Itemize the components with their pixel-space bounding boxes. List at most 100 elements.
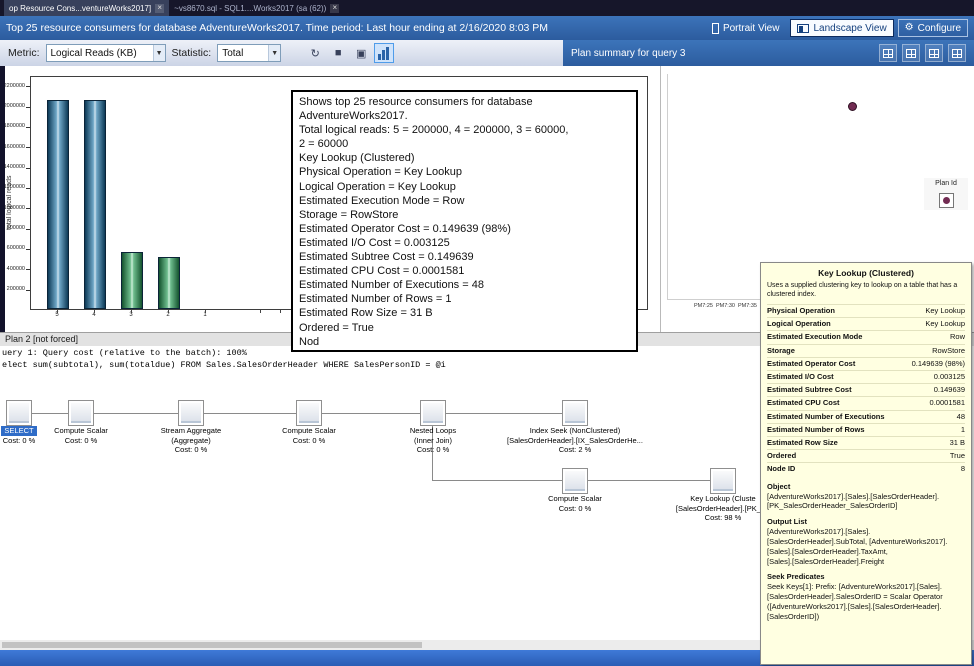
y-tick-mark bbox=[26, 86, 30, 87]
tooltip-line: Key Lookup (Clustered) bbox=[299, 151, 630, 165]
portrait-view-button[interactable]: Portrait View bbox=[705, 19, 787, 37]
node-title: Compute Scalar bbox=[36, 426, 126, 436]
compute-scalar-icon bbox=[296, 400, 322, 426]
landscape-icon bbox=[797, 24, 809, 33]
plan-summary-toolbar-icon[interactable] bbox=[902, 44, 920, 62]
chart-toolbar: Metric: Logical Reads (KB) ▼ Statistic: … bbox=[0, 40, 563, 66]
tooltip-line: Nod bbox=[299, 335, 630, 349]
stream-aggregate-icon bbox=[178, 400, 204, 426]
chart-view-button[interactable] bbox=[374, 43, 394, 63]
plan-node-compute-scalar[interactable]: Compute Scalar Cost: 0 % bbox=[36, 400, 126, 445]
node-subtitle: (Aggregate) bbox=[141, 436, 241, 446]
query-sql-text[interactable]: elect sum(subtotal), sum(totaldue) FROM … bbox=[2, 360, 446, 370]
plan-summary-header: Plan summary for query 3 bbox=[563, 40, 974, 66]
chart-bar[interactable] bbox=[84, 100, 106, 309]
property-row: Ordered True bbox=[767, 449, 965, 462]
property-label: Estimated Number of Rows bbox=[767, 424, 865, 436]
chevron-down-icon: ▼ bbox=[268, 45, 280, 61]
tooltip-line: Estimated Subtree Cost = 0.149639 bbox=[299, 250, 630, 264]
scrollbar-thumb[interactable] bbox=[2, 642, 422, 648]
property-value: 31 B bbox=[950, 437, 965, 449]
key-lookup-icon bbox=[710, 468, 736, 494]
plan-summary-toolbar-icon[interactable] bbox=[925, 44, 943, 62]
statistic-value: Total bbox=[222, 48, 243, 59]
query-cost-text: uery 1: Query cost (relative to the batc… bbox=[2, 348, 247, 358]
plan-node-stream-aggregate[interactable]: Stream Aggregate (Aggregate) Cost: 0 % bbox=[141, 400, 241, 455]
property-label: Estimated Row Size bbox=[767, 437, 838, 449]
plan-summary-toolbar-icon[interactable] bbox=[948, 44, 966, 62]
plan-point[interactable] bbox=[848, 102, 857, 111]
property-label: Physical Operation bbox=[767, 305, 835, 317]
tooltip-line: Estimated Operator Cost = 0.149639 (98%) bbox=[299, 222, 630, 236]
node-title: Nested Loops bbox=[388, 426, 478, 436]
compute-scalar-icon bbox=[68, 400, 94, 426]
chevron-down-icon: ▼ bbox=[153, 45, 165, 61]
grid-icon bbox=[929, 49, 939, 58]
node-title: Compute Scalar bbox=[264, 426, 354, 436]
property-row: Estimated Operator Cost0.149639 (98%) bbox=[767, 357, 965, 370]
chart-icon bbox=[386, 47, 389, 60]
report-header: Top 25 resource consumers for database A… bbox=[0, 16, 974, 40]
tooltip-line: Estimated Execution Mode = Row bbox=[299, 194, 630, 208]
property-value: 48 bbox=[957, 411, 965, 423]
plan-color-dot bbox=[943, 197, 950, 204]
document-tab-query-store[interactable]: op Resource Cons...ventureWorks2017] × bbox=[4, 0, 169, 16]
landscape-view-button[interactable]: Landscape View bbox=[790, 19, 893, 37]
plan-node-nested-loops[interactable]: Nested Loops (Inner Join) Cost: 0 % bbox=[388, 400, 478, 455]
node-cost: Cost: 2 % bbox=[495, 445, 655, 455]
property-section-text: [AdventureWorks2017].[Sales]. [SalesOrde… bbox=[767, 527, 965, 566]
toolbar-icons: ↻ ■ ▣ bbox=[305, 43, 394, 63]
y-tick-mark bbox=[26, 269, 30, 270]
close-icon[interactable]: × bbox=[155, 4, 164, 13]
window-titlebar: op Resource Cons...ventureWorks2017] × ~… bbox=[0, 0, 974, 16]
metric-dropdown[interactable]: Logical Reads (KB) ▼ bbox=[46, 44, 166, 62]
tooltip-line: Estimated Number of Rows = 1 bbox=[299, 292, 630, 306]
property-value: True bbox=[950, 450, 965, 462]
select-icon bbox=[6, 400, 32, 426]
plan-summary-title: Plan summary for query 3 bbox=[571, 48, 686, 59]
grid-view-button[interactable]: ▣ bbox=[351, 43, 371, 63]
chart-tooltip-overlay: Shows top 25 resource consumers for data… bbox=[291, 90, 638, 352]
node-title: SELECT bbox=[1, 426, 36, 436]
refresh-button[interactable]: ↻ bbox=[305, 43, 325, 63]
chart-bar[interactable] bbox=[158, 257, 180, 309]
close-icon[interactable]: × bbox=[330, 4, 339, 13]
property-value: Key Lookup bbox=[925, 305, 965, 317]
nested-loops-icon bbox=[420, 400, 446, 426]
chart-icon bbox=[382, 50, 385, 60]
tooltip-property-rows: Physical Operation Key LookupLogical Oper… bbox=[767, 304, 965, 476]
tooltip-line: Storage = RowStore bbox=[299, 208, 630, 222]
tooltip-title: Key Lookup (Clustered) bbox=[767, 268, 965, 278]
index-seek-icon bbox=[562, 400, 588, 426]
property-value: Row bbox=[950, 331, 965, 343]
property-row: Logical OperationKey Lookup bbox=[767, 317, 965, 330]
portrait-view-label: Portrait View bbox=[723, 23, 780, 34]
property-section: Seek PredicatesSeek Keys[1]: Prefix: [Ad… bbox=[767, 572, 965, 621]
property-value: 0.149639 bbox=[934, 384, 965, 396]
plan-node-index-seek[interactable]: Index Seek (NonClustered) [SalesOrderHea… bbox=[495, 400, 655, 455]
stop-button[interactable]: ■ bbox=[328, 43, 348, 63]
property-label: Estimated Number of Executions bbox=[767, 411, 885, 423]
statistic-dropdown[interactable]: Total ▼ bbox=[217, 44, 281, 62]
plan-summary-toolbar bbox=[879, 44, 966, 62]
configure-button[interactable]: ⚙ Configure bbox=[898, 19, 968, 37]
chart-bar[interactable] bbox=[121, 252, 143, 309]
document-tab-sql-file[interactable]: ~vs8670.sql - SQL1....Works2017 (sa (62)… bbox=[169, 0, 344, 16]
x-tick-mark bbox=[280, 310, 281, 313]
plan-summary-toolbar-icon[interactable] bbox=[879, 44, 897, 62]
y-tick-mark bbox=[26, 188, 30, 189]
property-row: Estimated Subtree Cost 0.149639 bbox=[767, 383, 965, 396]
grid-icon bbox=[906, 49, 916, 58]
plan-node-compute-scalar[interactable]: Compute Scalar Cost: 0 % bbox=[264, 400, 354, 445]
x-tick-mark bbox=[205, 310, 206, 313]
tooltip-line: Ordered = True bbox=[299, 321, 630, 335]
plan-node-compute-scalar[interactable]: Compute Scalar Cost: 0 % bbox=[530, 468, 620, 513]
chart-bar[interactable] bbox=[47, 100, 69, 309]
property-section-text: [AdventureWorks2017].[Sales].[SalesOrder… bbox=[767, 492, 965, 512]
ssms-query-store-window: op Resource Cons...ventureWorks2017] × ~… bbox=[0, 0, 974, 666]
property-label: Ordered bbox=[767, 450, 796, 462]
plan-id-legend-item[interactable] bbox=[939, 193, 954, 208]
node-title: Compute Scalar bbox=[530, 494, 620, 504]
property-label: Estimated Subtree Cost bbox=[767, 384, 852, 396]
grid-icon bbox=[883, 49, 893, 58]
